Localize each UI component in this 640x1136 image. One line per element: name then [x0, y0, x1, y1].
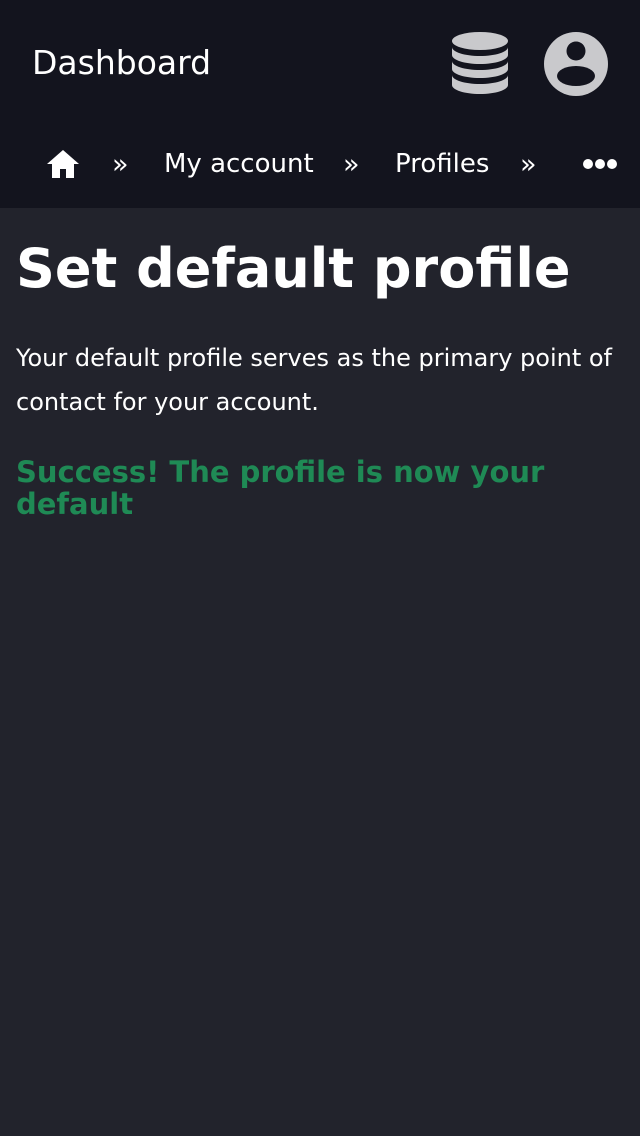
page-description: Your default profile serves as the prima… [16, 344, 612, 416]
database-button[interactable] [448, 30, 512, 98]
app-header: Dashboard » My account » Profiles » [0, 0, 640, 208]
database-icon [452, 32, 508, 94]
breadcrumb-separator: » [343, 148, 360, 180]
user-circle-icon [544, 32, 608, 96]
breadcrumb-item-my-account[interactable]: My account [164, 128, 314, 200]
success-message: Success! The profile is now your default [16, 455, 545, 521]
ellipsis-icon [583, 159, 617, 169]
breadcrumb: » My account » Profiles » [0, 128, 640, 200]
breadcrumb-separator: » [520, 148, 537, 180]
account-button[interactable] [543, 31, 609, 97]
breadcrumb-item-profiles[interactable]: Profiles [395, 128, 489, 200]
breadcrumb-more-button[interactable] [582, 128, 618, 200]
breadcrumb-separator: » [112, 148, 129, 180]
page-title: Set default profile [16, 237, 571, 300]
home-icon [47, 150, 79, 178]
app-title[interactable]: Dashboard [32, 42, 211, 84]
breadcrumb-home[interactable] [46, 128, 80, 200]
